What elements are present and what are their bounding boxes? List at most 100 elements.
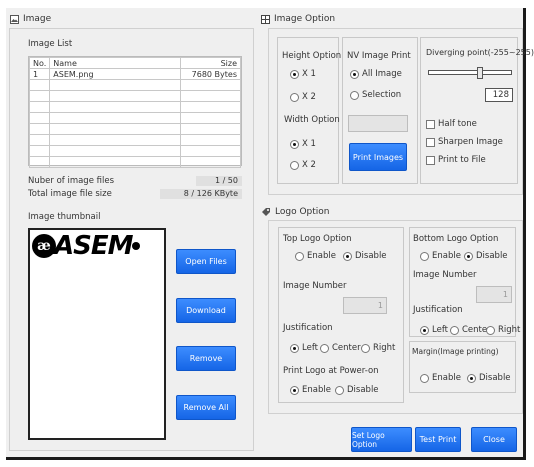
slider-thumb[interactable] (477, 67, 483, 79)
margin-label: Margin(Image printing) (412, 347, 499, 356)
half-tone-checkbox[interactable]: Half tone (426, 119, 477, 129)
margin-disable-label: Disable (479, 373, 511, 383)
table-row-empty (28, 134, 241, 146)
test-print-button[interactable]: Test Print (415, 427, 461, 452)
radio-icon (290, 92, 299, 102)
radio-icon (420, 251, 429, 261)
selection-field (348, 115, 408, 132)
image-list-table[interactable]: No. Name Size 1 ASEM.png 7680 Bytes (28, 56, 242, 168)
all-image-radio[interactable]: All Image (350, 69, 402, 79)
power-disable-radio[interactable]: Disable (335, 385, 379, 395)
margin-disable-radio[interactable]: Disable (467, 373, 511, 383)
height-x1-label: X 1 (302, 69, 316, 79)
bottom-enable-label: Enable (432, 251, 461, 261)
tag-icon (261, 207, 271, 217)
radio-selected-icon (467, 373, 476, 383)
width-x2-label: X 2 (302, 160, 316, 170)
height-x2-label: X 2 (302, 92, 316, 102)
open-files-button[interactable]: Open Files (176, 249, 236, 274)
table-row-empty (28, 156, 241, 168)
radio-selected-icon (420, 325, 429, 335)
power-enable-radio[interactable]: Enable (290, 385, 331, 395)
top-left-label: Left (302, 343, 318, 353)
height-x2-radio[interactable]: X 2 (290, 92, 316, 102)
radio-icon (450, 325, 459, 335)
power-disable-label: Disable (347, 385, 379, 395)
column-header-name[interactable]: Name (49, 57, 181, 69)
top-right-label: Right (373, 343, 396, 353)
top-logo-label: Top Logo Option (283, 234, 352, 244)
table-row-empty (28, 123, 241, 135)
width-x1-label: X 1 (302, 139, 316, 149)
bottom-center-radio[interactable]: Center (450, 325, 491, 335)
image-icon (10, 14, 19, 24)
logo-text: ASEM (54, 231, 133, 261)
print-to-file-checkbox[interactable]: Print to File (426, 155, 486, 165)
sharpen-checkbox[interactable]: Sharpen Image (426, 137, 503, 147)
table-row-empty (28, 112, 241, 124)
top-disable-radio[interactable]: Disable (343, 251, 387, 261)
image-list-label: Image List (28, 39, 73, 49)
bottom-enable-radio[interactable]: Enable (420, 251, 461, 261)
width-x2-radio[interactable]: X 2 (290, 160, 316, 170)
bottom-left-label: Left (432, 325, 448, 335)
power-enable-label: Enable (302, 385, 331, 395)
bottom-right-label: Right (498, 325, 521, 335)
print-images-button[interactable]: Print Images (349, 143, 407, 171)
top-enable-radio[interactable]: Enable (295, 251, 336, 261)
radio-icon (320, 343, 329, 353)
diverging-slider[interactable] (428, 67, 512, 79)
bottom-disable-radio[interactable]: Disable (464, 251, 508, 261)
thumbnail-frame: æ ASEM (28, 228, 166, 440)
row-no: 1 (28, 68, 51, 80)
num-files-value: 1 / 50 (196, 176, 242, 186)
print-to-file-label: Print to File (438, 155, 486, 165)
checkbox-icon (426, 155, 435, 165)
image-option-title: Image Option (261, 14, 335, 24)
selection-radio[interactable]: Selection (350, 90, 401, 100)
radio-icon (295, 251, 304, 261)
download-button[interactable]: Download (176, 298, 236, 323)
thumbnail-label: Image thumbnail (28, 212, 101, 222)
top-center-label: Center (332, 343, 361, 353)
set-logo-option-button[interactable]: Set Logo Option (351, 427, 412, 452)
num-files-label: Nuber of image files (28, 176, 115, 186)
top-right-radio[interactable]: Right (361, 343, 395, 353)
image-section-title: Image (10, 14, 51, 24)
grid-icon (261, 14, 270, 24)
radio-icon (420, 373, 429, 383)
column-header-no[interactable]: No. (28, 57, 51, 69)
logo-option-title: Logo Option (261, 207, 329, 217)
radio-selected-icon (290, 385, 299, 395)
top-image-number-spinner: 1 (343, 297, 387, 314)
top-center-radio[interactable]: Center (320, 343, 361, 353)
selection-label: Selection (362, 90, 402, 100)
radio-selected-icon (343, 251, 352, 261)
image-section-label: Image (23, 14, 52, 24)
height-x1-radio[interactable]: X 1 (290, 69, 316, 79)
dot-icon (132, 242, 141, 250)
top-left-radio[interactable]: Left (290, 343, 318, 353)
dialog-window: Image Image List No. Name Size 1 ASEM.pn… (6, 8, 534, 460)
table-row[interactable]: 1 ASEM.png 7680 Bytes (28, 68, 241, 80)
image-option-label: Image Option (274, 14, 336, 24)
remove-all-button[interactable]: Remove All (176, 395, 236, 420)
radio-selected-icon (290, 343, 299, 353)
logo-option-label: Logo Option (275, 207, 330, 217)
height-option-label: Height Option (282, 51, 342, 61)
nv-print-label: NV Image Print (347, 51, 411, 61)
bottom-right-radio[interactable]: Right (486, 325, 520, 335)
sharpen-label: Sharpen Image (438, 137, 503, 147)
total-size-label: Total image file size (28, 189, 112, 199)
all-image-label: All Image (362, 69, 402, 79)
margin-enable-radio[interactable]: Enable (420, 373, 461, 383)
close-button[interactable]: Close (471, 427, 517, 452)
remove-button[interactable]: Remove (176, 346, 236, 371)
bottom-image-number-spinner: 1 (476, 286, 512, 303)
width-x1-radio[interactable]: X 1 (290, 139, 316, 149)
diverging-value-field[interactable]: 128 (485, 88, 513, 102)
bottom-left-radio[interactable]: Left (420, 325, 448, 335)
top-image-number-label: Image Number (283, 281, 347, 291)
column-header-size[interactable]: Size (180, 57, 241, 69)
slider-track (428, 70, 512, 75)
